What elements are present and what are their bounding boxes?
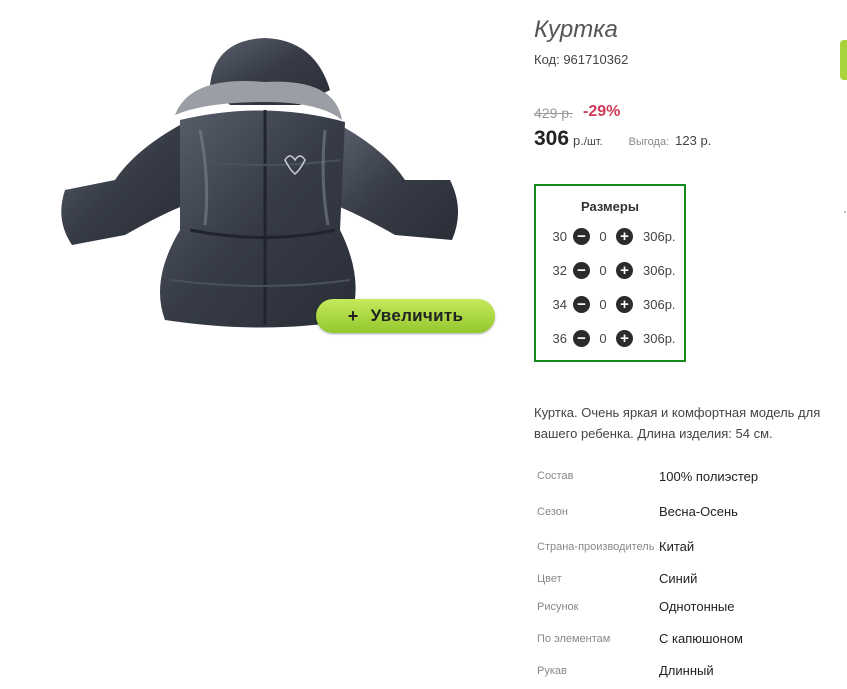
plus-circle-icon[interactable]: + bbox=[616, 227, 633, 245]
property-value: Весна-Осень bbox=[659, 504, 738, 519]
description-line: вашего ребенка. Длина изделия: 54 см. bbox=[534, 426, 773, 441]
savings-value: 123 р. bbox=[675, 133, 712, 148]
old-price: 429 р. bbox=[534, 105, 573, 121]
minus-circle-icon[interactable]: − bbox=[573, 329, 590, 347]
plus-circle-icon[interactable]: + bbox=[616, 329, 633, 347]
size-quantity: 0 bbox=[599, 262, 607, 278]
property-value: Длинный bbox=[659, 663, 714, 678]
property-value: С капюшоном bbox=[659, 631, 743, 646]
sizes-title: Размеры bbox=[581, 199, 639, 214]
property-label: По элементам bbox=[537, 632, 611, 645]
property-row: Сезон Весна-Осень bbox=[534, 495, 759, 529]
size-label: 36 bbox=[552, 330, 567, 346]
plus-circle-icon[interactable]: + bbox=[616, 295, 633, 313]
property-value: Однотонные bbox=[659, 599, 735, 614]
price-per: /шт. bbox=[583, 136, 603, 148]
jacket-image bbox=[61, 38, 459, 328]
price-row: 306 р./шт. Выгода: 123 р. bbox=[534, 127, 711, 151]
size-quantity: 0 bbox=[599, 228, 607, 244]
side-tab[interactable] bbox=[840, 40, 847, 80]
size-quantity: 0 bbox=[599, 330, 607, 346]
price-unit: р./шт. bbox=[573, 133, 603, 148]
plus-icon: + bbox=[347, 305, 359, 326]
property-label: Страна-производитель bbox=[537, 540, 655, 553]
property-label: Рукав bbox=[537, 664, 567, 677]
minus-circle-icon[interactable]: − bbox=[573, 261, 590, 279]
property-row: Рисунок Однотонные bbox=[534, 593, 759, 621]
price-currency: р. bbox=[573, 133, 584, 148]
size-quantity: 0 bbox=[599, 296, 607, 312]
size-label: 30 bbox=[552, 228, 567, 244]
property-row: Страна-производитель Китай bbox=[534, 529, 759, 565]
zoom-button[interactable]: + Увеличить bbox=[316, 299, 495, 333]
size-row: 36 − 0 + 306р. bbox=[536, 328, 684, 348]
property-label: Рисунок bbox=[537, 600, 579, 613]
properties-table: Состав 100% полиэстер Сезон Весна-Осень … bbox=[534, 458, 759, 685]
property-label: Состав bbox=[537, 470, 574, 482]
size-label: 34 bbox=[552, 296, 567, 312]
property-value: 100% полиэстер bbox=[659, 468, 759, 484]
discount-badge: -29% bbox=[583, 103, 621, 120]
property-row: Цвет Синий bbox=[534, 565, 759, 593]
minus-circle-icon[interactable]: − bbox=[573, 295, 590, 313]
sizes-box: Размеры 30 − 0 + 306р. 32 − 0 + 306р. 34… bbox=[534, 184, 686, 362]
property-row: По элементам С капюшоном bbox=[534, 621, 759, 657]
property-value: Китай bbox=[659, 539, 695, 554]
product-description: Куртка. Очень яркая и комфортная модель … bbox=[534, 402, 847, 444]
size-row: 30 − 0 + 306р. bbox=[536, 226, 684, 246]
zoom-button-label: Увеличить bbox=[370, 306, 464, 325]
property-label: Цвет bbox=[537, 572, 562, 585]
product-code: Код: 961710362 bbox=[534, 52, 629, 67]
property-row: Рукав Длинный bbox=[534, 657, 759, 685]
size-row: 34 − 0 + 306р. bbox=[536, 294, 684, 314]
product-photo[interactable] bbox=[40, 30, 480, 340]
size-label: 32 bbox=[552, 262, 567, 278]
size-price: 306р. bbox=[643, 228, 676, 244]
description-line: Куртка. Очень яркая и комфортная модель … bbox=[534, 405, 821, 420]
property-value: Синий bbox=[659, 571, 698, 586]
property-row: Состав 100% полиэстер bbox=[534, 458, 759, 495]
size-price: 306р. bbox=[643, 296, 676, 312]
side-tick: · bbox=[843, 204, 847, 218]
plus-circle-icon[interactable]: + bbox=[616, 261, 633, 279]
minus-circle-icon[interactable]: − bbox=[573, 227, 590, 245]
property-label: Сезон bbox=[537, 505, 568, 518]
size-price: 306р. bbox=[643, 330, 676, 346]
size-row: 32 − 0 + 306р. bbox=[536, 260, 684, 280]
size-price: 306р. bbox=[643, 262, 676, 278]
savings-label: Выгода: bbox=[628, 136, 670, 148]
product-title: Куртка bbox=[534, 16, 618, 43]
current-price: 306 bbox=[534, 127, 570, 150]
